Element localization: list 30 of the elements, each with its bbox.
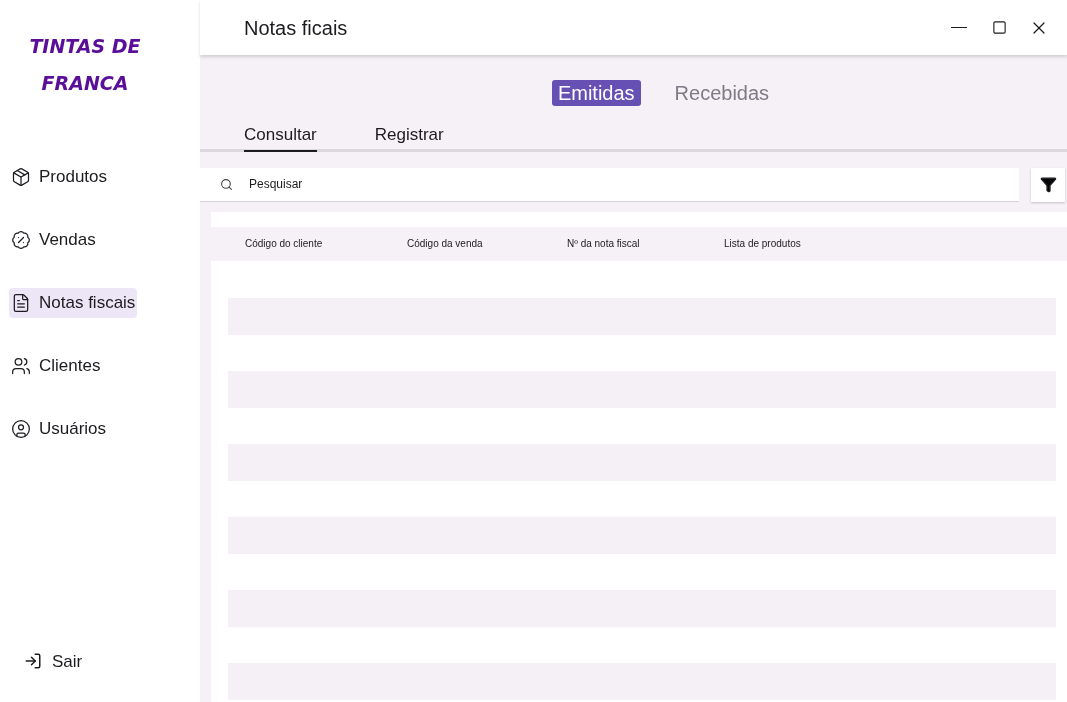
exit-icon (24, 652, 42, 671)
package-icon (11, 167, 31, 187)
sidebar-item[interactable]: Clientes (9, 351, 103, 381)
filter-button[interactable] (1031, 167, 1065, 202)
column-header: Código da venda (407, 237, 484, 251)
sidebar-item[interactable]: Usuários (9, 414, 109, 444)
search-field[interactable]: Pesquisar (200, 167, 1019, 202)
search-input[interactable]: Pesquisar (249, 175, 1019, 193)
subtab[interactable]: Consultar (244, 122, 317, 152)
search-icon (220, 177, 233, 191)
users-icon (11, 356, 31, 376)
logo-text: FRANCA (41, 71, 129, 96)
subtab[interactable]: Registrar (374, 122, 444, 152)
sidebar-item[interactable]: Produtos (9, 162, 110, 192)
user-circle-icon (11, 419, 31, 439)
column-header: Lista de produtos (724, 237, 802, 251)
sidebar-item[interactable]: Notas fiscais (9, 288, 138, 318)
filter-icon (1039, 176, 1057, 193)
window-title: Notas ficais (244, 15, 349, 41)
sidebar-item[interactable]: Vendas (9, 225, 98, 255)
column-header: Nº da nota fiscal (567, 237, 641, 251)
logout-button[interactable]: Sair (24, 648, 83, 674)
percent-badge-icon (11, 230, 31, 250)
document-icon (11, 293, 31, 313)
tab[interactable]: Emitidas (551, 80, 641, 106)
logo-text: TINTAS DE (29, 34, 141, 59)
minimize-icon (951, 26, 967, 29)
maximize-icon (991, 20, 1007, 35)
tab[interactable]: Recebidas (668, 80, 776, 106)
column-header: Código do cliente (245, 237, 324, 251)
